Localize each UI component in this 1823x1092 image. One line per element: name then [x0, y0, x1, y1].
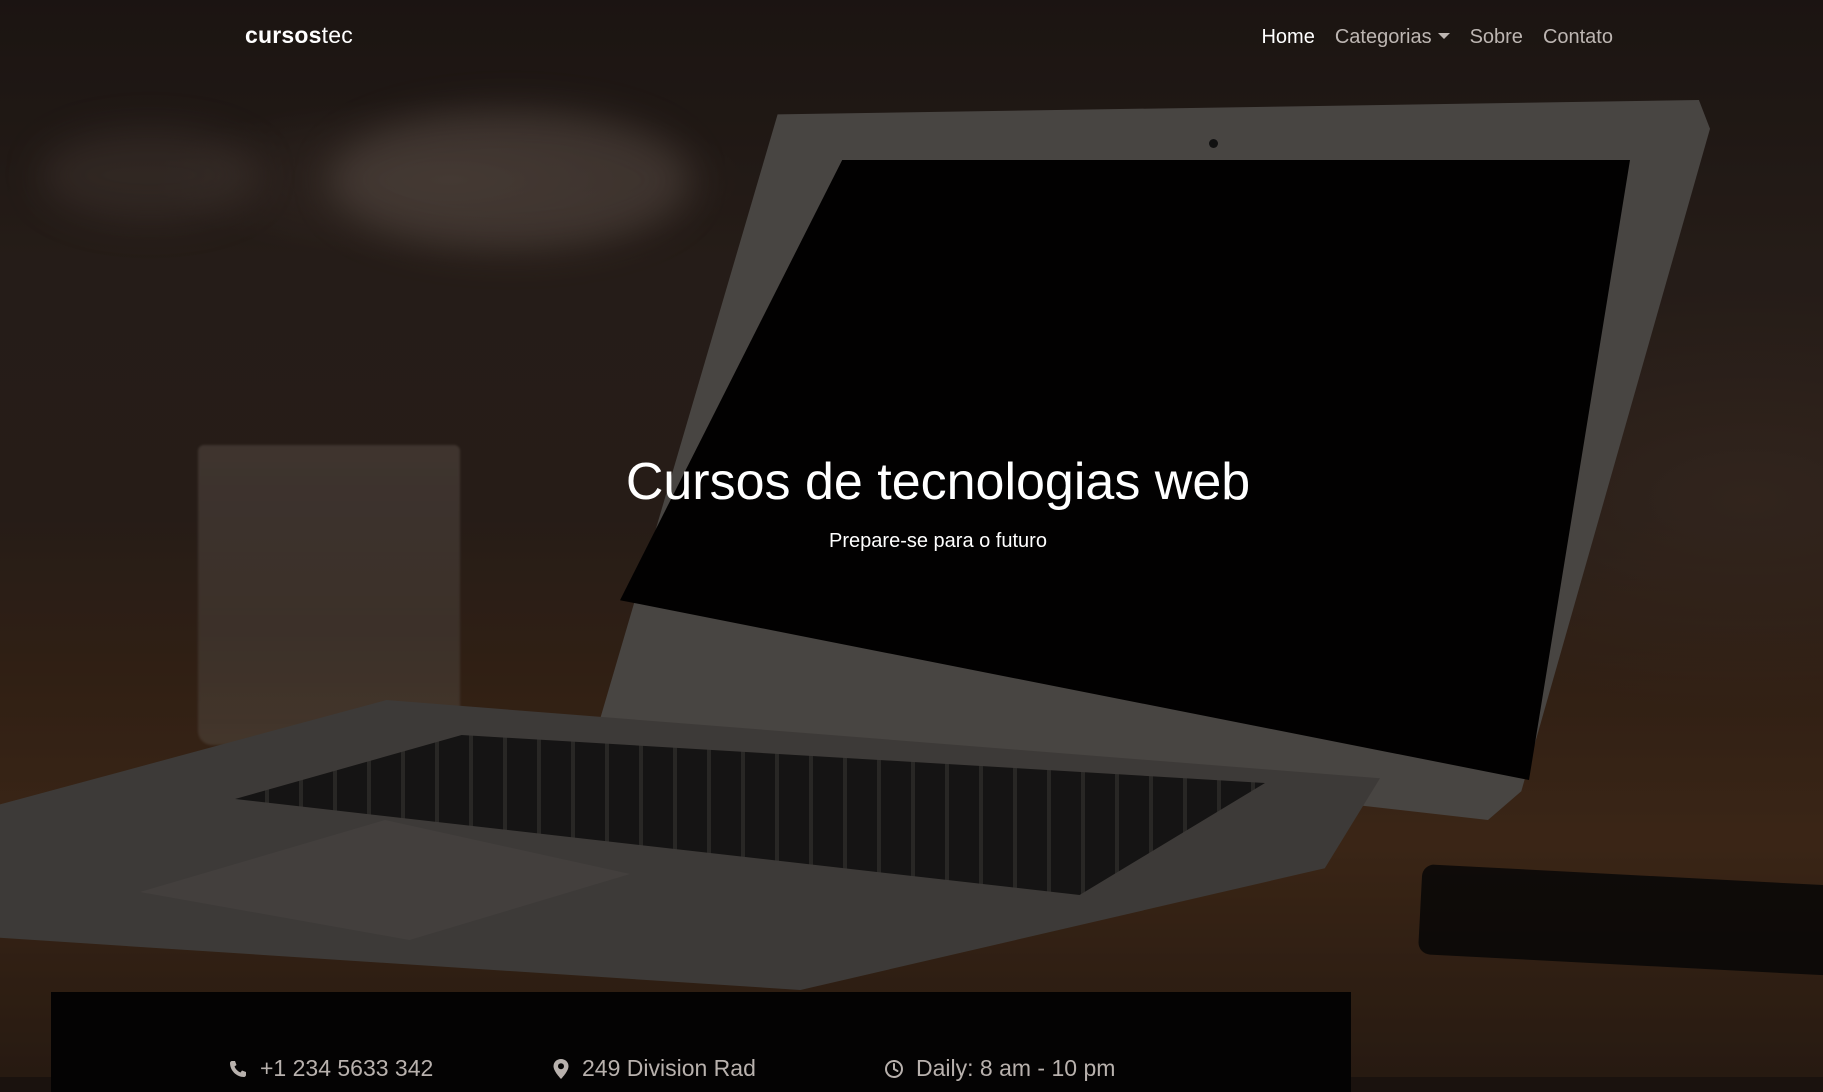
nav-item-sobre[interactable]: Sobre: [1460, 24, 1533, 50]
brand-logo-bold: cursos: [245, 22, 322, 48]
caret-down-icon: [1437, 32, 1450, 39]
brand-logo[interactable]: cursostec: [245, 22, 353, 49]
info-hours-text: Daily: 8 am - 10 pm: [916, 1055, 1116, 1081]
info-address-text: 249 Division Rad: [582, 1055, 756, 1081]
info-phone: +1 234 5633 342: [228, 1055, 433, 1082]
info-address: 249 Division Rad: [552, 1055, 756, 1082]
nav-item-contato[interactable]: Contato: [1533, 24, 1623, 50]
nav-item-home[interactable]: Home: [1251, 24, 1324, 50]
location-pin-icon: [553, 1058, 569, 1079]
info-phone-text: +1 234 5633 342: [260, 1055, 434, 1081]
nav-item-categorias-label: Categorias: [1334, 26, 1432, 48]
main-nav: Home Categorias Sobre Contato: [1251, 24, 1623, 50]
hero-title: Cursos de tecnologias web: [625, 453, 1251, 511]
info-hours: Daily: 8 am - 10 pm: [884, 1055, 1115, 1082]
hero-subtitle: Prepare-se para o futuro: [829, 530, 1047, 552]
clock-icon: [885, 1059, 903, 1078]
brand-logo-rest: tec: [321, 22, 353, 48]
nav-item-categorias[interactable]: Categorias: [1325, 24, 1460, 50]
phone-icon: [230, 1060, 246, 1077]
